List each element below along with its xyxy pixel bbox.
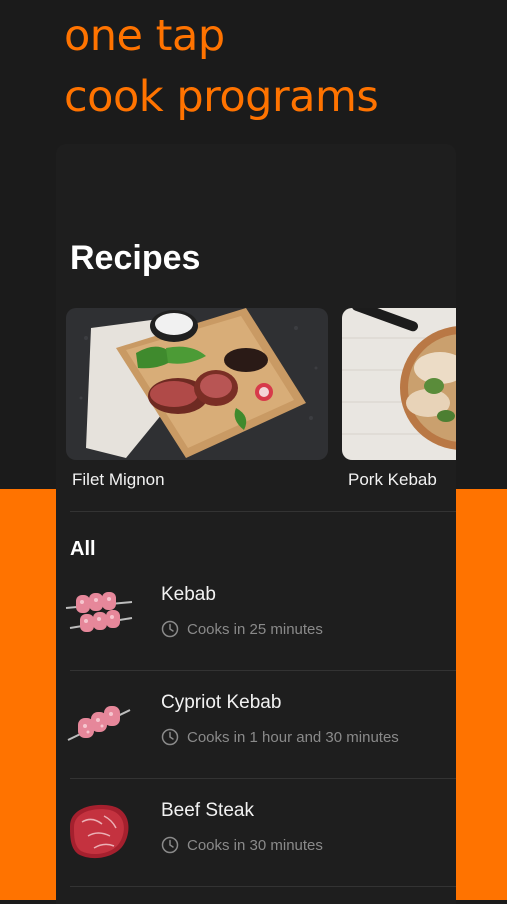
cook-time-text: Cooks in 1 hour and 30 minutes <box>187 728 399 746</box>
divider <box>70 778 456 779</box>
raw-kebab-skewer-icon <box>64 688 134 758</box>
list-item-kebab[interactable]: Kebab Cooks in 25 minutes <box>56 572 456 680</box>
recipe-name-filet-mignon: Filet Mignon <box>72 470 165 489</box>
divider <box>70 886 456 887</box>
recipe-name-pork-kebab: Pork Kebab <box>348 470 437 489</box>
cook-time-text: Cooks in 25 minutes <box>187 620 323 638</box>
list-item-cypriot-kebab[interactable]: Cypriot Kebab Cooks in 1 hour and 30 min… <box>56 680 456 788</box>
item-meta: Cooks in 1 hour and 30 minutes <box>161 728 399 746</box>
filet-mignon-image <box>66 308 328 460</box>
clock-icon <box>161 728 179 746</box>
item-meta: Cooks in 30 minutes <box>161 836 323 854</box>
recipes-title: Recipes <box>70 239 201 277</box>
recipes-carousel[interactable]: Filet Mignon Pork Kebab <box>66 308 456 498</box>
item-title: Cypriot Kebab <box>161 692 282 713</box>
all-section-title: All <box>70 538 96 560</box>
clock-icon <box>161 620 179 638</box>
recipe-card-pork-kebab[interactable]: Pork Kebab <box>342 308 456 490</box>
recipes-panel[interactable]: Recipes Filet Mignon Pork Kebab All Keba… <box>56 144 456 904</box>
recipe-card-filet-mignon[interactable]: Filet Mignon <box>66 308 328 490</box>
raw-steak-icon <box>64 796 134 866</box>
item-title: Kebab <box>161 584 216 605</box>
list-item-beef-steak[interactable]: Beef Steak Cooks in 30 minutes <box>56 788 456 896</box>
hero-line-2: cook programs <box>64 72 379 122</box>
item-meta: Cooks in 25 minutes <box>161 620 323 638</box>
hero-headline: one tap cook programs <box>64 6 379 128</box>
divider <box>70 670 456 671</box>
pork-kebab-image <box>342 308 456 460</box>
cook-time-text: Cooks in 30 minutes <box>187 836 323 854</box>
divider <box>70 511 456 512</box>
raw-kebab-skewer-icon <box>64 580 134 650</box>
item-title: Beef Steak <box>161 800 254 821</box>
clock-icon <box>161 836 179 854</box>
hero-line-1: one tap <box>64 11 225 61</box>
